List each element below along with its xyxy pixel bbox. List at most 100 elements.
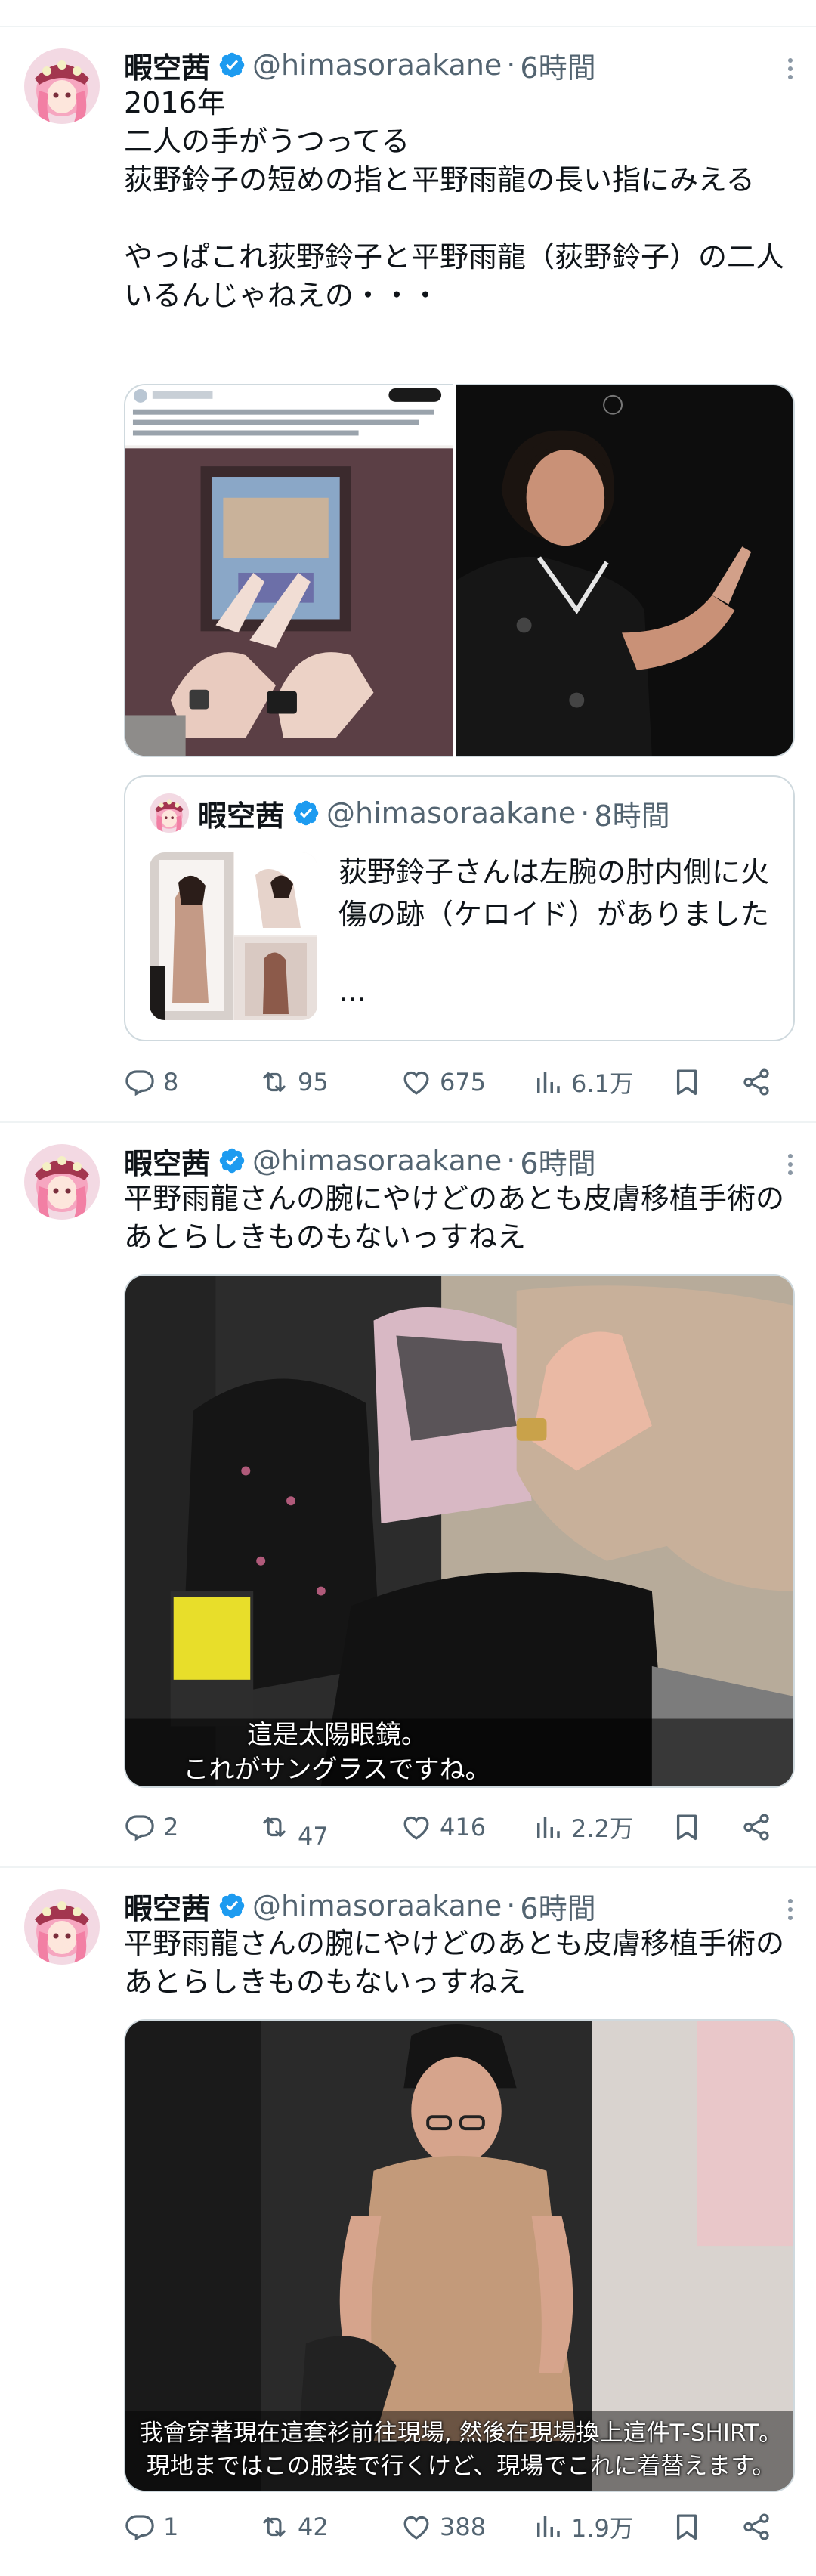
verified-badge-icon	[218, 1146, 246, 1175]
like-icon	[400, 2511, 432, 2543]
views-count: 1.9万	[571, 2514, 634, 2543]
verified-badge-icon	[292, 799, 320, 827]
tweet-video[interactable]: 我會穿著現在這套衫前往現場, 然後在現場換上這件T-SHIRT。 現地まではこの…	[124, 2019, 795, 2492]
share-button[interactable]	[740, 1059, 772, 1105]
retweet-count: 42	[298, 2513, 329, 2541]
like-icon	[400, 1811, 432, 1843]
quote-header: 暇空茜 @himasoraakane · 8時間	[150, 793, 670, 833]
tweet-video[interactable]: 這是太陽眼鏡。 これがサングラスですね。	[124, 1274, 795, 1788]
views-icon	[532, 1811, 564, 1843]
action-bar: 8 95 675 6.1万	[124, 1059, 789, 1105]
views-icon	[532, 2511, 564, 2543]
author-handle[interactable]: @himasoraakane	[252, 48, 502, 82]
like-button[interactable]: 416	[400, 1804, 486, 1850]
quote-ellipsis: ...	[338, 975, 366, 1008]
views-icon	[532, 1066, 564, 1098]
like-button[interactable]: 388	[400, 2504, 486, 2550]
views-count: 2.2万	[571, 1814, 634, 1843]
avatar[interactable]	[24, 1889, 100, 1965]
verified-badge-icon	[218, 1891, 246, 1920]
like-count: 675	[440, 1068, 487, 1096]
quote-author-handle: @himasoraakane	[326, 796, 576, 830]
like-button[interactable]: 675	[400, 1059, 486, 1105]
author-handle[interactable]: @himasoraakane	[252, 1889, 502, 1922]
tweet-text: 平野雨龍さんの腕にやけどのあとも皮膚移植手術のあとらしきものもないっすねえ	[124, 1182, 785, 1254]
verified-badge-icon	[218, 51, 246, 79]
retweet-count: 95	[298, 1068, 329, 1096]
more-options-icon[interactable]	[775, 1895, 805, 1925]
views-button[interactable]: 2.2万	[532, 1804, 634, 1850]
reply-icon	[124, 1066, 156, 1098]
share-icon	[740, 2511, 772, 2543]
retweet-button[interactable]: 95	[258, 1059, 329, 1105]
tweet-time[interactable]: 6時間	[520, 1885, 595, 1927]
tweet-text: 平野雨龍さんの腕にやけどのあとも皮膚移植手術のあとらしきものもないっすねえ	[124, 1927, 785, 1999]
quote-time: 8時間	[594, 799, 670, 833]
video-subtitle-line-2: これがサングラスですね。	[183, 1755, 491, 1785]
retweet-button[interactable]: 47	[258, 1804, 329, 1851]
views-count: 6.1万	[571, 1069, 634, 1098]
avatar[interactable]	[24, 1144, 100, 1220]
retweet-count: 47	[298, 1822, 329, 1851]
views-button[interactable]: 6.1万	[532, 1059, 634, 1105]
tweet-3[interactable]: 暇空茜 @himasoraakane · 6時間 平野雨龍さんの腕にやけどのあと…	[0, 1869, 816, 2576]
bookmark-button[interactable]	[671, 1804, 703, 1850]
tweet-text: 2016年 二人の手がうつってる 荻野鈴子の短めの指と平野雨龍の長い指にみえる …	[124, 86, 785, 312]
reply-button[interactable]: 2	[124, 1804, 178, 1850]
action-bar: 2 47 416 2.2万	[124, 1804, 789, 1851]
tweet-header: 暇空茜 @himasoraakane · 6時間	[124, 1140, 793, 1182]
video-subtitle-line-1: 這是太陽眼鏡。	[247, 1720, 427, 1750]
share-icon	[740, 1066, 772, 1098]
tweet-header: 暇空茜 @himasoraakane · 6時間	[124, 1885, 793, 1927]
video-frame	[125, 1276, 793, 1786]
like-icon	[400, 1066, 432, 1098]
reply-button[interactable]: 1	[124, 2504, 178, 2550]
bookmark-icon	[671, 2511, 703, 2543]
more-options-icon[interactable]	[775, 1150, 805, 1180]
reply-icon	[124, 2511, 156, 2543]
like-count: 388	[440, 2513, 487, 2541]
retweet-icon	[258, 2511, 290, 2543]
separator-dot: ·	[580, 796, 590, 830]
quoted-tweet[interactable]: 暇空茜 @himasoraakane · 8時間 荻野鈴子さんは左腕の肘内側に火…	[124, 775, 795, 1041]
tweet-photo-1[interactable]	[124, 384, 453, 757]
quote-author-name: 暇空茜	[198, 799, 285, 833]
video-subtitle-line-2: 現地まではこの服装で行くけど、現場でこれに着替えます。	[146, 2453, 776, 2480]
tweet-1[interactable]: 暇空茜 @himasoraakane · 6時間 2016年 二人の手がうつって…	[0, 29, 816, 1123]
bookmark-button[interactable]	[671, 1059, 703, 1105]
bookmark-button[interactable]	[671, 2504, 703, 2550]
retweet-icon	[258, 1066, 290, 1098]
reply-icon	[124, 1811, 156, 1843]
reply-count: 1	[163, 2513, 179, 2541]
avatar[interactable]	[24, 48, 100, 124]
author-handle[interactable]: @himasoraakane	[252, 1144, 502, 1177]
separator-dot: ·	[506, 1889, 516, 1922]
tweet-time[interactable]: 6時間	[520, 1140, 595, 1182]
tweet-header: 暇空茜 @himasoraakane · 6時間	[124, 44, 793, 86]
reply-count: 8	[163, 1068, 179, 1096]
tweet-photo-2[interactable]	[456, 384, 795, 757]
separator-dot: ·	[506, 48, 516, 82]
more-options-icon[interactable]	[775, 54, 805, 85]
author-name[interactable]: 暇空茜	[124, 45, 210, 86]
tweet-time[interactable]: 6時間	[520, 45, 595, 86]
tweet-2[interactable]: 暇空茜 @himasoraakane · 6時間 平野雨龍さんの腕にやけどのあと…	[0, 1124, 816, 1868]
share-button[interactable]	[740, 1804, 772, 1850]
author-name[interactable]: 暇空茜	[124, 1885, 210, 1927]
author-name[interactable]: 暇空茜	[124, 1140, 210, 1182]
quote-text: 荻野鈴子さんは左腕の肘内側に火傷の跡（ケロイド）がありました	[338, 855, 770, 931]
retweet-button[interactable]: 42	[258, 2504, 329, 2550]
share-icon	[740, 1811, 772, 1843]
photo-image	[456, 385, 793, 756]
separator-dot: ·	[506, 1144, 516, 1177]
photo-image	[125, 385, 453, 756]
retweet-icon	[258, 1811, 290, 1843]
quote-avatar	[150, 793, 189, 833]
bookmark-icon	[671, 1066, 703, 1098]
bookmark-icon	[671, 1811, 703, 1843]
views-button[interactable]: 1.9万	[532, 2504, 634, 2550]
share-button[interactable]	[740, 2504, 772, 2550]
reply-button[interactable]: 8	[124, 1059, 178, 1105]
reply-count: 2	[163, 1813, 179, 1842]
action-bar: 1 42 388 1.9万	[124, 2504, 789, 2550]
